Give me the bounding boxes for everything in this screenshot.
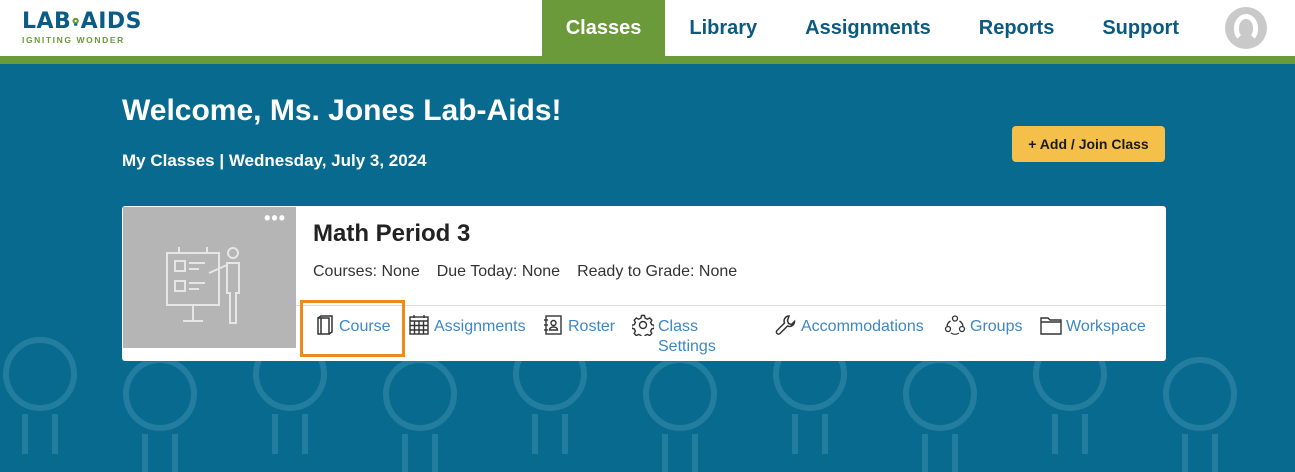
user-avatar-icon[interactable] [1225,7,1267,49]
groups-icon [944,315,966,335]
class-settings-link-label: Class Settings [658,318,716,355]
workspace-link[interactable]: Workspace [1040,314,1146,337]
nav-reports[interactable]: Reports [955,0,1079,56]
assignments-link[interactable]: Assignments [408,314,526,337]
nav-library[interactable]: Library [665,0,781,56]
card-divider [296,305,1166,306]
ready-to-grade-count: Ready to Grade: None [577,263,738,280]
class-meta: Courses: None Due Today: None Ready to G… [313,263,737,281]
calendar-icon [409,315,429,335]
roster-link-label: Roster [568,318,616,335]
workspace-link-label: Workspace [1066,318,1146,335]
assignments-link-label: Assignments [434,318,526,335]
lab-aids-logo[interactable]: LAB AIDS IGNITING WONDER [22,10,142,48]
accommodations-link[interactable]: Accommodations [775,314,924,337]
main-content: Welcome, Ms. Jones Lab-Aids! My Classes … [0,64,1295,472]
header-accent-line [0,56,1295,64]
presentation-icon [166,247,240,324]
top-navigation-bar: LAB AIDS IGNITING WONDER Classes Library… [0,0,1295,56]
add-join-class-button[interactable]: + Add / Join Class [1012,126,1165,162]
accommodations-link-label: Accommodations [801,318,924,335]
class-settings-link[interactable]: Class Settings [632,314,716,357]
courses-count: Courses: None [313,263,420,280]
more-options-icon[interactable]: ••• [264,209,286,227]
class-title[interactable]: Math Period 3 [313,220,470,248]
due-today-count: Due Today: None [436,263,561,280]
course-highlight-box [300,300,405,357]
nav-support[interactable]: Support [1078,0,1203,56]
roster-link[interactable]: Roster [542,314,615,337]
groups-link-label: Groups [970,318,1023,335]
roster-icon [544,315,562,335]
groups-link[interactable]: Groups [944,314,1022,337]
welcome-heading: Welcome, Ms. Jones Lab-Aids! [122,94,562,127]
class-thumbnail: ••• [123,207,296,348]
class-card: ••• Math Period 3 Courses: None Due Toda… [122,206,1166,361]
classes-date-subtitle: My Classes | Wednesday, July 3, 2024 [122,151,427,170]
lightbulb-icon [72,17,80,26]
wrench-icon [775,315,796,335]
nav-assignments[interactable]: Assignments [781,0,955,56]
nav-classes[interactable]: Classes [541,0,666,56]
folder-icon [1040,317,1062,335]
main-nav: Classes Library Assignments Reports Supp… [541,0,1295,56]
logo-wordmark: LAB AIDS [22,9,142,34]
logo-tagline: IGNITING WONDER [22,35,125,45]
gear-icon [632,314,654,336]
